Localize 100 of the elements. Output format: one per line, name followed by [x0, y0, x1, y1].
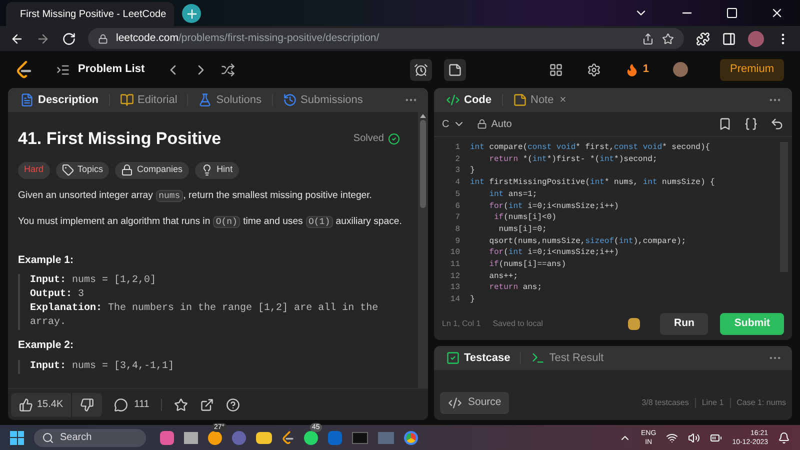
- code-line: qsort(nums,numsSize,sizeof(int),compare);: [488, 236, 686, 248]
- share-icon[interactable]: [642, 32, 654, 44]
- timer-button[interactable]: [410, 58, 432, 80]
- line-number: 6: [455, 200, 460, 212]
- windows-start-icon[interactable]: [10, 430, 24, 444]
- search-icon: [42, 432, 54, 444]
- panel-tab[interactable]: Note ×: [506, 90, 572, 110]
- document-icon: [20, 93, 34, 107]
- reset-icon[interactable]: [770, 117, 784, 131]
- problem-list-button[interactable]: Problem List: [56, 61, 145, 78]
- topic-chip[interactable]: Topics: [56, 162, 110, 178]
- code-line: return ans;: [488, 282, 542, 294]
- maximize-icon[interactable]: [726, 7, 738, 19]
- lock-icon: [121, 164, 134, 176]
- source-button[interactable]: Source: [440, 392, 510, 414]
- lightbulb-icon: [200, 164, 213, 176]
- testcase-status: Line 1: [702, 397, 724, 409]
- taskbar-search-field[interactable]: Search: [34, 428, 146, 446]
- battery-icon[interactable]: [710, 432, 722, 444]
- note-icon: [448, 62, 462, 76]
- example-line: Input: nums = [3,4,-1,1]: [30, 360, 176, 374]
- run-button[interactable]: Run: [660, 313, 708, 335]
- wifi-icon[interactable]: [666, 432, 678, 444]
- example-line: Input: nums = [1,2,0]: [30, 274, 158, 288]
- lock-icon: [477, 119, 488, 129]
- bookmark-star-icon[interactable]: [662, 32, 674, 44]
- description-paragraph: Given an unsorted integer array nums , return the smallest missing positive integer.: [18, 188, 372, 204]
- testcase-status: 3/8 testcases: [642, 397, 689, 409]
- premium-button[interactable]: Premium: [720, 58, 784, 80]
- side-panel-icon[interactable]: [722, 32, 736, 46]
- braces-icon[interactable]: [744, 117, 758, 131]
- code-line: }: [470, 294, 475, 306]
- back-icon[interactable]: [10, 32, 24, 46]
- lock-icon: [98, 34, 108, 44]
- panel-tab[interactable]: Solutions: [192, 90, 268, 110]
- code-icon: [448, 396, 462, 410]
- extensions-icon[interactable]: [696, 32, 710, 46]
- code-line: if(nums[i]==ans): [488, 259, 566, 271]
- history-icon: [282, 93, 297, 107]
- comment-icon: [114, 398, 128, 412]
- example-heading: Example 2:: [18, 338, 74, 354]
- help-icon[interactable]: [226, 398, 240, 412]
- code-line: nums[i]=0;: [498, 224, 547, 236]
- new-tab-button[interactable]: [182, 4, 201, 23]
- line-number: 7: [455, 212, 460, 224]
- line-number: 5: [455, 188, 460, 201]
- panel-tab[interactable]: Test Result: [525, 348, 610, 368]
- code-line: return *(int*)first- *(int*)second;: [488, 154, 658, 166]
- close-window-icon[interactable]: [770, 6, 784, 20]
- window-icon[interactable]: [184, 432, 198, 444]
- line-number: 10: [450, 247, 460, 260]
- alarm-clock-icon: [414, 62, 428, 76]
- panel-tab[interactable]: Editorial: [114, 90, 184, 110]
- tag-icon: [62, 164, 74, 176]
- solved-status: Solved: [353, 131, 400, 146]
- language-select[interactable]: C: [442, 116, 466, 132]
- thumbs-down-icon: [80, 398, 94, 412]
- user-avatar[interactable]: [673, 62, 688, 77]
- layout-icon[interactable]: [548, 62, 563, 76]
- line-number: 1: [455, 142, 460, 154]
- line-number: 9: [455, 236, 460, 248]
- comments-button[interactable]: 111: [114, 397, 150, 412]
- topic-chip[interactable]: Companies: [115, 162, 189, 178]
- testcase-status: Case 1: nums: [736, 397, 786, 409]
- notes-button[interactable]: [444, 58, 466, 80]
- flask-icon: [198, 93, 212, 107]
- settings-icon[interactable]: [586, 62, 601, 76]
- reload-icon[interactable]: [62, 32, 76, 46]
- forward-icon[interactable]: [36, 32, 50, 46]
- chrome-icon[interactable]: [404, 430, 418, 444]
- flame-icon: [624, 62, 639, 76]
- code-line: ans++;: [488, 270, 518, 282]
- line-number: 3: [455, 165, 460, 178]
- plus-icon: [184, 6, 198, 20]
- profile-avatar[interactable]: [748, 30, 764, 46]
- share-icon[interactable]: [200, 398, 214, 412]
- line-number: 14: [450, 294, 460, 306]
- panel-tab[interactable]: Description: [14, 90, 105, 110]
- topic-chip[interactable]: Hint: [194, 162, 239, 178]
- app-icon[interactable]: [160, 430, 174, 444]
- mode-label: Auto: [477, 116, 512, 132]
- save-status: Saved to local: [492, 318, 543, 330]
- star-icon[interactable]: [174, 398, 188, 412]
- panel-tab[interactable]: Submissions: [276, 90, 369, 110]
- scroll-up-icon[interactable]: [420, 114, 426, 118]
- panel-tab[interactable]: Testcase: [440, 348, 516, 368]
- code-line: for(int i=0;i<numsSize;i++): [488, 200, 619, 212]
- notification-icon[interactable]: [778, 432, 790, 444]
- checkbox-icon: [446, 351, 460, 365]
- line-number: 4: [455, 177, 460, 189]
- list-icon: [56, 62, 70, 76]
- address-bar[interactable]: leetcode.com/problems/first-missing-positive/description/: [88, 28, 684, 49]
- shuffle-icon[interactable]: [220, 62, 235, 76]
- browser-tab[interactable]: First Missing Positive - LeetCode: [6, 2, 174, 26]
- leetcode-logo-icon[interactable]: [16, 60, 32, 78]
- leetcode-logo-icon[interactable]: [282, 430, 294, 444]
- panel-tab[interactable]: Code: [440, 90, 498, 110]
- difficulty-badge: Hard: [18, 162, 50, 178]
- bookmark-icon[interactable]: [718, 117, 732, 131]
- volume-icon[interactable]: [688, 432, 700, 444]
